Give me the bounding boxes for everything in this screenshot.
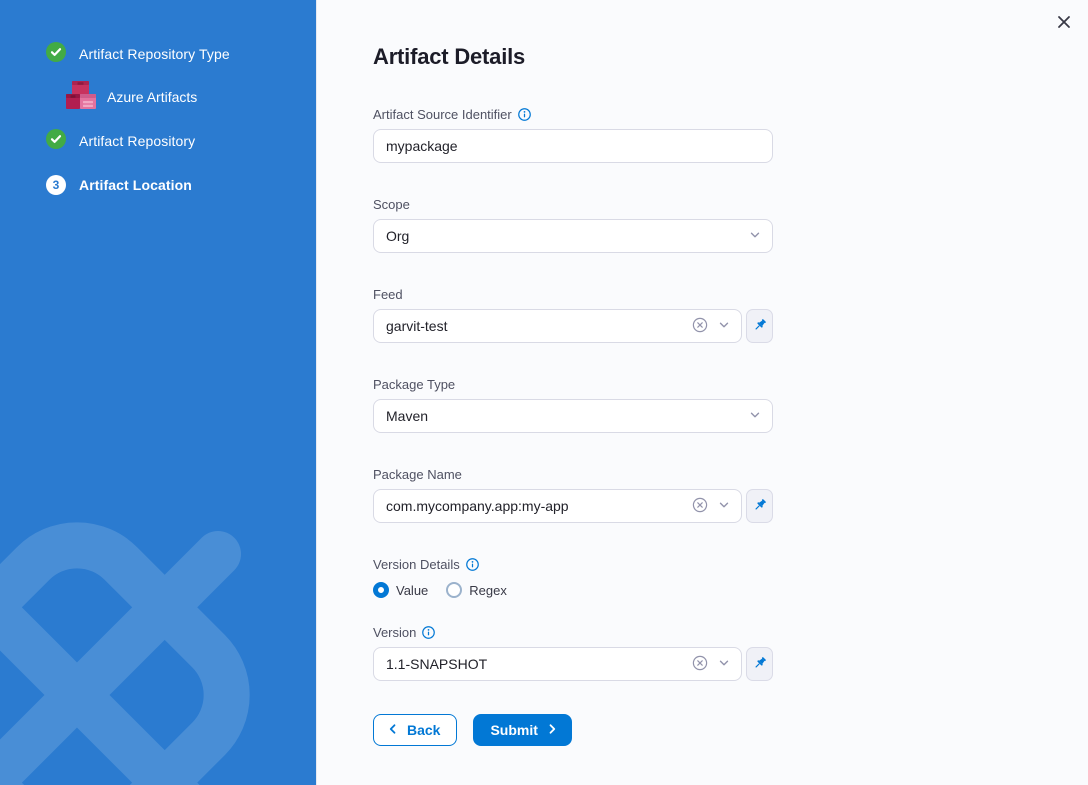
radio-label: Regex [469, 583, 507, 598]
chevron-down-icon[interactable] [717, 656, 731, 673]
artifact-details-form: Artifact Source Identifier Scope Org [373, 106, 773, 746]
step-label: Artifact Repository Type [79, 46, 230, 62]
back-button[interactable]: Back [373, 714, 457, 746]
clear-circle-x-icon [692, 655, 708, 674]
sidebar-item-artifact-location[interactable]: 3 Artifact Location [46, 175, 316, 195]
chevron-down-icon[interactable] [717, 498, 731, 515]
form-actions: Back Submit [373, 714, 773, 746]
chevron-left-icon [387, 722, 399, 738]
azure-artifacts-boxes-icon [64, 77, 98, 118]
pushpin-icon [752, 497, 768, 516]
sidebar-item-artifact-repository-type[interactable]: Artifact Repository Type [46, 44, 316, 64]
package-name-label: Package Name [373, 467, 462, 482]
package-name-input[interactable] [374, 490, 692, 522]
artifact-details-panel: Artifact Details Artifact Source Identif… [316, 0, 1088, 785]
radio-option-value[interactable]: Value [373, 582, 428, 598]
radio-unselected-icon [446, 582, 462, 598]
clear-button[interactable] [692, 497, 708, 516]
clear-circle-x-icon [692, 317, 708, 336]
step-label: Artifact Repository [79, 133, 195, 149]
submit-button[interactable]: Submit [473, 714, 571, 746]
scope-value: Org [386, 228, 409, 244]
harness-logo-watermark [0, 455, 316, 785]
pin-fixed-value-button[interactable] [746, 647, 773, 681]
step-complete-check-icon [46, 42, 66, 67]
step-complete-check-icon [46, 129, 66, 154]
version-label: Version [373, 625, 416, 640]
wizard-steps: Artifact Repository Type Azure Artifacts [0, 0, 316, 195]
chevron-down-icon [748, 228, 762, 245]
radio-selected-icon [373, 582, 389, 598]
identifier-label: Artifact Source Identifier [373, 107, 512, 122]
package-name-combobox[interactable] [373, 489, 742, 523]
version-input[interactable] [374, 648, 692, 680]
pin-fixed-value-button[interactable] [746, 309, 773, 343]
package-type-select[interactable]: Maven [373, 399, 773, 433]
sidebar-item-azure-artifacts[interactable]: Azure Artifacts [64, 79, 316, 115]
package-name-group: Package Name [373, 466, 773, 523]
radio-option-regex[interactable]: Regex [446, 582, 507, 598]
clear-circle-x-icon [692, 497, 708, 516]
pin-fixed-value-button[interactable] [746, 489, 773, 523]
scope-label: Scope [373, 197, 410, 212]
close-button[interactable] [1053, 12, 1075, 34]
identifier-group: Artifact Source Identifier [373, 106, 773, 163]
wizard-sidebar: Artifact Repository Type Azure Artifacts [0, 0, 316, 785]
radio-label: Value [396, 583, 428, 598]
selected-repo-label: Azure Artifacts [107, 89, 197, 105]
version-details-radio-group: Value Regex [373, 581, 773, 599]
submit-button-label: Submit [490, 722, 537, 738]
version-combobox[interactable] [373, 647, 742, 681]
pushpin-icon [752, 317, 768, 336]
clear-button[interactable] [692, 317, 708, 336]
step-label: Artifact Location [79, 177, 192, 193]
scope-select[interactable]: Org [373, 219, 773, 253]
version-details-label: Version Details [373, 557, 460, 572]
clear-button[interactable] [692, 655, 708, 674]
package-type-value: Maven [386, 408, 428, 424]
version-group: Version [373, 624, 773, 681]
chevron-right-icon [546, 722, 558, 738]
feed-input[interactable] [374, 310, 692, 342]
feed-combobox[interactable] [373, 309, 742, 343]
chevron-down-icon[interactable] [717, 318, 731, 335]
page-title: Artifact Details [373, 44, 1088, 70]
info-icon[interactable] [518, 108, 531, 121]
feed-group: Feed [373, 286, 773, 343]
identifier-input[interactable] [373, 129, 773, 163]
step-number-badge: 3 [46, 175, 66, 195]
chevron-down-icon [748, 408, 762, 425]
info-icon[interactable] [422, 626, 435, 639]
scope-group: Scope Org [373, 196, 773, 253]
sidebar-item-artifact-repository[interactable]: Artifact Repository [46, 131, 316, 151]
version-details-group: Version Details Value Regex [373, 556, 773, 599]
package-type-group: Package Type Maven [373, 376, 773, 433]
feed-label: Feed [373, 287, 403, 302]
info-icon[interactable] [466, 558, 479, 571]
back-button-label: Back [407, 722, 440, 738]
package-type-label: Package Type [373, 377, 455, 392]
close-icon [1056, 14, 1072, 33]
pushpin-icon [752, 655, 768, 674]
